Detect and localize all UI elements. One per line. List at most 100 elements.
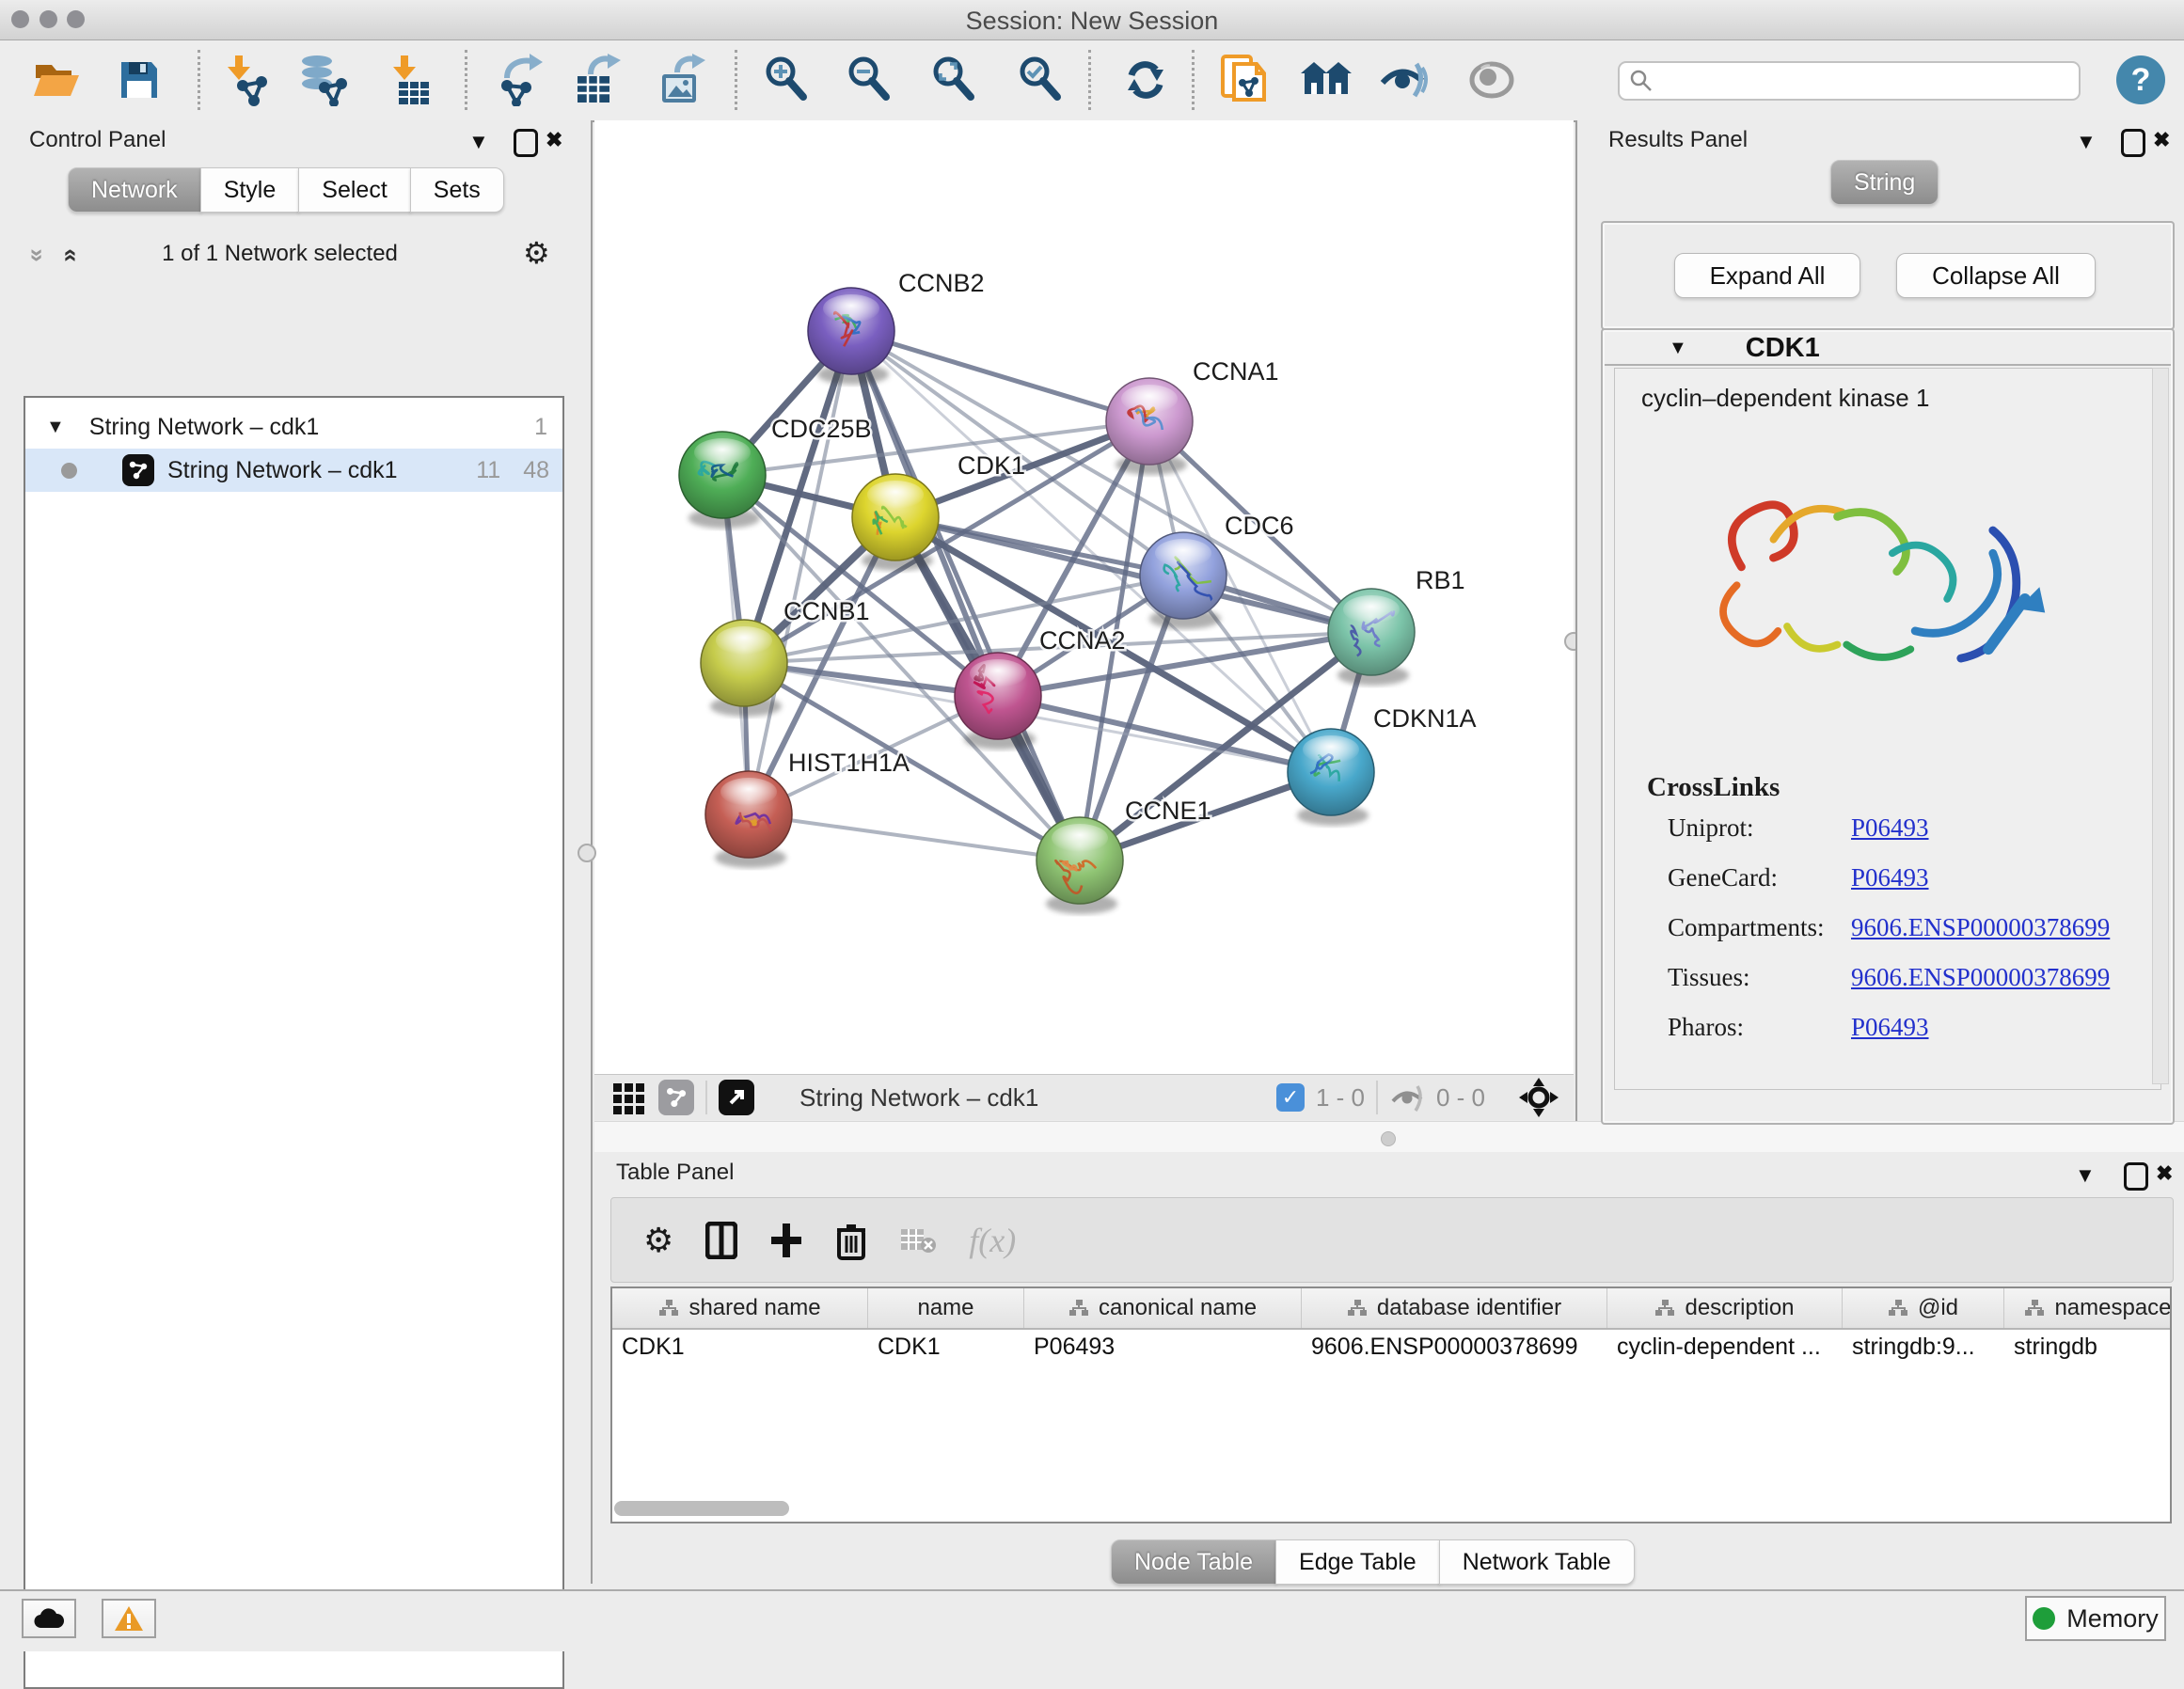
network-node-CCNA2[interactable] bbox=[955, 653, 1041, 750]
export-table-icon[interactable] bbox=[568, 52, 625, 108]
left-splitter-handle[interactable] bbox=[578, 844, 596, 862]
crosslink-link[interactable]: P06493 bbox=[1851, 1013, 1929, 1042]
table-tab-edge-table[interactable]: Edge Table bbox=[1275, 1539, 1440, 1585]
table-cell[interactable]: stringdb bbox=[2004, 1330, 2172, 1365]
tab-string[interactable]: String bbox=[1830, 160, 1939, 205]
control-tab-select[interactable]: Select bbox=[298, 167, 410, 213]
table-gear-icon[interactable]: ⚙ bbox=[643, 1221, 673, 1260]
network-node-CCNA1[interactable] bbox=[1106, 378, 1193, 475]
network-canvas[interactable]: CCNB2CCNA1CDC25BCDK1CDC6RB1CCNB1CCNA2CDK… bbox=[594, 120, 1574, 1074]
show-all-icon[interactable] bbox=[1464, 52, 1520, 108]
node-table[interactable]: shared namenamecanonical namedatabase id… bbox=[610, 1286, 2172, 1523]
results-scrollbar[interactable] bbox=[2152, 368, 2169, 1084]
export-network-icon[interactable] bbox=[492, 52, 548, 108]
close-panel-icon[interactable]: ✖ bbox=[2156, 1161, 2173, 1186]
float-panel-icon[interactable] bbox=[2124, 1162, 2148, 1191]
crosslink-link[interactable]: 9606.ENSP00000378699 bbox=[1851, 963, 2110, 992]
help-button[interactable]: ? bbox=[2116, 55, 2165, 104]
warning-button[interactable] bbox=[102, 1599, 156, 1638]
save-session-icon[interactable] bbox=[111, 52, 167, 108]
gene-collapse-icon[interactable]: ▼ bbox=[1669, 338, 1687, 359]
network-row-selected[interactable]: String Network – cdk1 11 48 bbox=[25, 449, 562, 492]
import-table-icon[interactable] bbox=[381, 52, 437, 108]
network-edge[interactable] bbox=[851, 331, 1331, 772]
selected-checkbox-icon[interactable]: ✓ bbox=[1276, 1083, 1305, 1112]
zoom-selected-icon[interactable] bbox=[1012, 52, 1068, 108]
detach-view-icon[interactable] bbox=[719, 1080, 754, 1115]
column-header-name[interactable]: name bbox=[868, 1288, 1024, 1328]
column-header-@id[interactable]: @id bbox=[1843, 1288, 2004, 1328]
network-node-CDKN1A[interactable] bbox=[1288, 729, 1374, 826]
table-cell[interactable]: CDK1 bbox=[868, 1330, 1024, 1365]
grid-view-icon[interactable] bbox=[611, 1080, 647, 1115]
crosslink-link[interactable]: P06493 bbox=[1851, 813, 1929, 843]
refresh-icon[interactable] bbox=[1117, 52, 1174, 108]
network-node-CCNE1[interactable] bbox=[1037, 817, 1123, 914]
network-node-CDC25B[interactable] bbox=[679, 432, 766, 529]
table-cell[interactable]: cyclin-dependent ... bbox=[1607, 1330, 1843, 1365]
network-collection-row[interactable]: ▼ String Network – cdk1 1 bbox=[25, 405, 562, 449]
table-cell[interactable]: stringdb:9... bbox=[1843, 1330, 2004, 1365]
table-cell[interactable]: CDK1 bbox=[612, 1330, 868, 1365]
column-header-description[interactable]: description bbox=[1607, 1288, 1843, 1328]
control-tab-network[interactable]: Network bbox=[68, 167, 201, 213]
crosslink-link[interactable]: 9606.ENSP00000378699 bbox=[1851, 913, 2110, 942]
import-network-from-database-icon[interactable] bbox=[294, 52, 351, 108]
network-node-HIST1H1A[interactable] bbox=[705, 771, 792, 868]
table-tab-network-table[interactable]: Network Table bbox=[1439, 1539, 1635, 1585]
table-tab-node-table[interactable]: Node Table bbox=[1111, 1539, 1276, 1585]
network-node-CCNB1[interactable] bbox=[701, 620, 787, 717]
network-graph[interactable]: CCNB2CCNA1CDC25BCDK1CDC6RB1CCNB1CCNA2CDK… bbox=[594, 120, 1574, 1074]
cloud-button[interactable] bbox=[22, 1599, 76, 1638]
string-view-icon[interactable] bbox=[658, 1080, 694, 1115]
clone-network-icon[interactable] bbox=[1216, 52, 1273, 108]
control-tab-sets[interactable]: Sets bbox=[410, 167, 504, 213]
search-field[interactable] bbox=[1654, 67, 2062, 95]
network-node-CDK1[interactable] bbox=[852, 474, 939, 571]
gene-section-header[interactable]: ▼ CDK1 bbox=[1605, 332, 2171, 366]
search-input[interactable] bbox=[1618, 61, 2081, 101]
zoom-out-icon[interactable] bbox=[841, 52, 897, 108]
column-header-shared-name[interactable]: shared name bbox=[612, 1288, 868, 1328]
network-node-CDC6[interactable] bbox=[1140, 532, 1227, 629]
birdseye-toggle-icon[interactable] bbox=[1519, 1078, 1559, 1117]
table-cell[interactable]: P06493 bbox=[1024, 1330, 1302, 1365]
close-panel-icon[interactable]: ✖ bbox=[2153, 128, 2170, 152]
string-app-icon bbox=[122, 454, 154, 486]
expand-all-button[interactable]: Expand All bbox=[1674, 253, 1860, 298]
table-cell[interactable]: 9606.ENSP00000378699 bbox=[1302, 1330, 1607, 1365]
nested-networks-icon[interactable] bbox=[1298, 52, 1354, 108]
export-image-icon[interactable] bbox=[653, 52, 709, 108]
network-edge[interactable] bbox=[851, 331, 1149, 421]
network-edge[interactable] bbox=[851, 331, 1080, 860]
zoom-fit-icon[interactable] bbox=[926, 52, 982, 108]
collection-expand-icon[interactable]: ▼ bbox=[46, 417, 65, 438]
panel-menu-icon[interactable]: ▼ bbox=[2076, 130, 2097, 154]
add-column-icon[interactable] bbox=[769, 1222, 803, 1259]
float-panel-icon[interactable] bbox=[514, 129, 538, 157]
memory-button[interactable]: Memory bbox=[2025, 1596, 2166, 1641]
hidden-eye-icon[interactable] bbox=[1389, 1082, 1427, 1113]
panel-menu-icon[interactable]: ▼ bbox=[2075, 1163, 2096, 1188]
close-panel-icon[interactable]: ✖ bbox=[546, 128, 562, 152]
panel-menu-icon[interactable]: ▼ bbox=[468, 130, 489, 154]
crosslink-link[interactable]: P06493 bbox=[1851, 863, 1929, 892]
table-hscrollbar-thumb[interactable] bbox=[614, 1501, 789, 1516]
network-node-CCNB2[interactable] bbox=[808, 288, 894, 385]
float-panel-icon[interactable] bbox=[2121, 129, 2145, 157]
zoom-in-icon[interactable] bbox=[758, 52, 815, 108]
gear-icon[interactable]: ⚙ bbox=[523, 235, 550, 271]
hide-selected-icon[interactable] bbox=[1377, 52, 1433, 108]
control-tab-style[interactable]: Style bbox=[200, 167, 300, 213]
select-columns-icon[interactable] bbox=[705, 1222, 737, 1259]
collapse-all-button[interactable]: Collapse All bbox=[1896, 253, 2096, 298]
network-node-RB1[interactable] bbox=[1328, 589, 1415, 686]
column-header-database-identifier[interactable]: database identifier bbox=[1302, 1288, 1607, 1328]
column-header-canonical-name[interactable]: canonical name bbox=[1024, 1288, 1302, 1328]
open-session-icon[interactable] bbox=[29, 52, 86, 108]
delete-column-icon[interactable] bbox=[835, 1221, 867, 1260]
column-header-namespace[interactable]: namespace bbox=[2004, 1288, 2172, 1328]
import-network-icon[interactable] bbox=[216, 52, 273, 108]
splitter-handle-dot[interactable] bbox=[1381, 1131, 1396, 1146]
network-edge[interactable] bbox=[749, 814, 1080, 860]
